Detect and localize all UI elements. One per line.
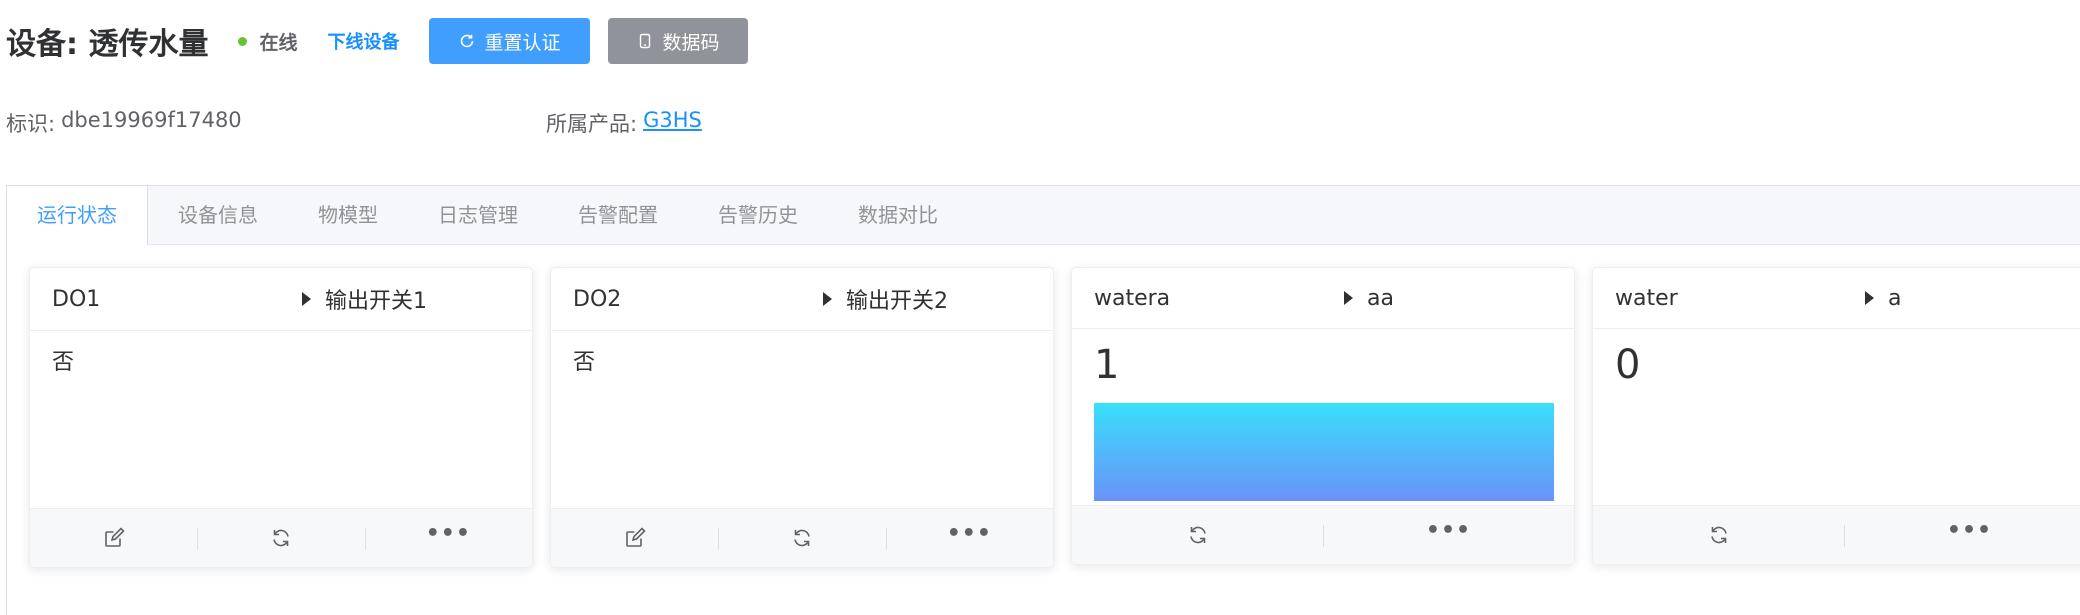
- tab-alarm-history[interactable]: 告警历史: [688, 186, 828, 244]
- product-link[interactable]: G3HS: [643, 108, 702, 138]
- device-id: 标识: dbe19969f17480: [6, 108, 242, 138]
- more-button[interactable]: •••: [1844, 506, 2080, 564]
- card-property: a: [1865, 286, 1901, 311]
- tab-data-compare[interactable]: 数据对比: [828, 186, 968, 244]
- status-text: 在线: [259, 31, 298, 54]
- edit-icon: [625, 527, 646, 547]
- card-value: 否: [573, 350, 596, 375]
- card-value: 1: [1094, 342, 1120, 388]
- more-icon: •••: [1425, 518, 1472, 543]
- refresh-icon: [273, 529, 289, 547]
- tab-device-info[interactable]: 设备信息: [148, 186, 288, 244]
- tab-bar: 运行状态 设备信息 物模型 日志管理 告警配置 告警历史 数据对比: [7, 186, 2080, 245]
- phone-icon: [640, 33, 651, 49]
- card-header: DO2 输出开关2: [551, 268, 1053, 331]
- device-meta: 标识: dbe19969f17480 所属产品: G3HS: [6, 108, 702, 138]
- tab-log-management[interactable]: 日志管理: [408, 186, 548, 244]
- card-value: 0: [1615, 342, 1641, 388]
- card-footer: •••: [30, 508, 532, 567]
- refresh-icon: [794, 529, 810, 547]
- caret-right-icon: [1865, 291, 1874, 305]
- data-code-label: 数据码: [662, 31, 720, 54]
- reset-auth-label: 重置认证: [484, 31, 561, 54]
- card-name: water: [1615, 285, 1678, 311]
- caret-right-icon: [302, 292, 311, 306]
- device-product: 所属产品: G3HS: [546, 108, 702, 138]
- card-value: 否: [52, 350, 75, 375]
- card-name: watera: [1094, 285, 1171, 311]
- property-card: DO1 输出开关1 否 •••: [29, 267, 533, 568]
- refresh-button[interactable]: [718, 509, 885, 567]
- more-icon: •••: [425, 521, 471, 546]
- more-button[interactable]: •••: [1323, 506, 1574, 564]
- reset-auth-button[interactable]: 重置认证: [429, 18, 591, 64]
- caret-right-icon: [1344, 291, 1353, 305]
- more-icon: •••: [1946, 518, 1993, 543]
- card-property-label: 输出开关2: [846, 289, 948, 314]
- refresh-icon: [1189, 526, 1206, 544]
- refresh-button[interactable]: [1072, 506, 1323, 564]
- refresh-button[interactable]: [1593, 506, 1844, 564]
- data-code-button[interactable]: 数据码: [608, 18, 749, 64]
- card-footer: •••: [1072, 505, 1574, 564]
- more-icon: •••: [946, 521, 992, 546]
- edit-button[interactable]: [551, 509, 718, 567]
- page-title: 设备: 透传水量: [6, 27, 209, 62]
- property-card: water a 0 •••: [1592, 267, 2080, 565]
- offline-device-link[interactable]: 下线设备: [327, 28, 399, 54]
- card-header: DO1 输出开关1: [30, 268, 532, 331]
- card-footer: •••: [551, 508, 1053, 567]
- status-indicator: 在线: [238, 28, 297, 55]
- card-name: DO2: [573, 286, 622, 312]
- card-property: 输出开关2: [823, 283, 948, 315]
- card-header: water a: [1593, 268, 2080, 329]
- card-name: DO1: [52, 286, 101, 312]
- tab-run-status[interactable]: 运行状态: [7, 186, 148, 245]
- tab-alarm-config[interactable]: 告警配置: [548, 186, 688, 244]
- card-property-label: 输出开关1: [325, 289, 427, 314]
- property-card: watera aa 1 •••: [1071, 267, 1575, 565]
- card-property: 输出开关1: [302, 283, 427, 315]
- refresh-icon: [461, 34, 474, 48]
- device-id-label: 标识:: [6, 112, 56, 136]
- more-button[interactable]: •••: [885, 509, 1053, 567]
- card-footer: •••: [1593, 505, 2080, 564]
- property-card: DO2 输出开关2 否 •••: [550, 267, 1054, 568]
- more-button[interactable]: •••: [364, 509, 532, 567]
- caret-right-icon: [823, 292, 832, 306]
- refresh-icon: [1710, 526, 1727, 544]
- edit-icon: [104, 527, 125, 547]
- status-dot-icon: [238, 36, 248, 46]
- tab-thing-model[interactable]: 物模型: [288, 186, 408, 244]
- value-gauge-bar: [1094, 403, 1554, 501]
- card-property: aa: [1344, 286, 1394, 311]
- product-label: 所属产品:: [546, 112, 638, 136]
- card-property-label: aa: [1367, 285, 1394, 311]
- edit-button[interactable]: [30, 509, 197, 567]
- device-id-value: dbe19969f17480: [61, 108, 242, 132]
- card-header: watera aa: [1072, 268, 1574, 329]
- header: 设备: 透传水量 在线 下线设备 重置认证 数据码: [6, 16, 749, 66]
- refresh-button[interactable]: [197, 509, 364, 567]
- card-property-label: a: [1888, 285, 1902, 311]
